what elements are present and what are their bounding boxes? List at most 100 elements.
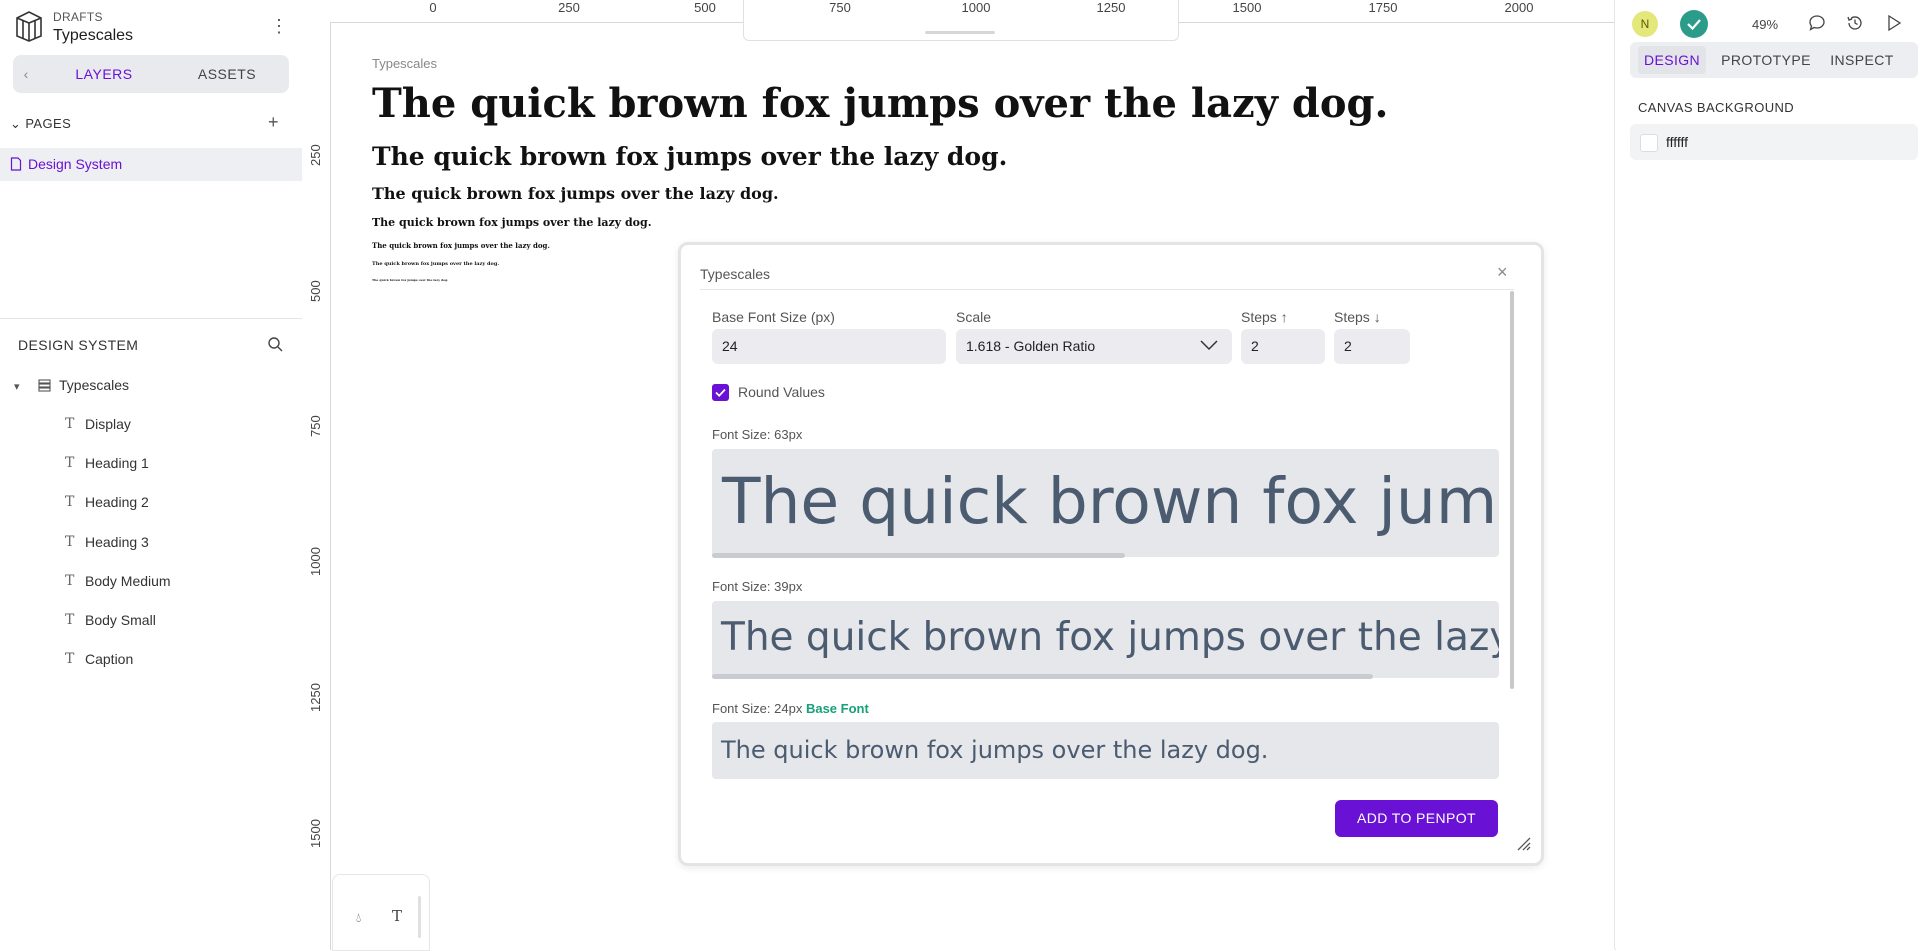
toolbar-scrollbar[interactable] <box>418 896 421 938</box>
ruler-label: 2000 <box>1504 0 1534 15</box>
drag-handle[interactable] <box>925 31 995 34</box>
ruler-top: 0 250 500 750 1000 1250 1500 1750 2000 <box>330 0 1614 18</box>
base-font-size-label: Base Font Size (px) <box>712 309 835 325</box>
layer-board-typescales[interactable]: Typescales <box>59 377 129 393</box>
layer-item[interactable]: Body Small <box>85 612 156 628</box>
layer-item[interactable]: Display <box>85 416 131 432</box>
base-font-tag: Base Font <box>805 701 869 716</box>
resize-handle-icon[interactable] <box>1512 832 1532 852</box>
preview-label: Font Size: 63px <box>712 427 803 442</box>
text-layer-icon: T <box>65 416 75 432</box>
sample-display[interactable]: The quick brown fox jumps over the lazy … <box>372 80 1388 127</box>
preview-scrollbar[interactable] <box>712 674 1373 679</box>
layer-item[interactable]: Heading 1 <box>85 455 149 471</box>
tab-assets[interactable]: ASSETS <box>168 59 286 89</box>
chevron-down-icon: ⌄ <box>10 116 22 131</box>
preview-box[interactable]: The quick brown fox jumps over the lazy … <box>712 722 1499 779</box>
preview-box[interactable]: The quick brown fox jumps over the lazy … <box>712 449 1499 557</box>
canvas-background-heading: CANVAS BACKGROUND <box>1638 100 1795 115</box>
ruler-label: 500 <box>694 0 716 15</box>
collapse-back-icon[interactable]: ‹ <box>13 55 39 93</box>
left-sidebar <box>0 0 302 949</box>
layer-item[interactable]: Heading 2 <box>85 494 149 510</box>
modal-scrollbar[interactable] <box>1510 291 1514 689</box>
layer-item[interactable]: Body Medium <box>85 573 171 589</box>
preview-text: The quick brown fox jumps over the lazy … <box>721 736 1269 764</box>
board-icon <box>38 379 51 392</box>
base-font-size-input[interactable]: 24 <box>712 329 946 364</box>
canvas-background-value[interactable]: ffffff <box>1666 134 1688 150</box>
text-layer-icon: T <box>65 651 75 667</box>
text-layer-icon: T <box>65 494 75 510</box>
sample-heading-1[interactable]: The quick brown fox jumps over the lazy … <box>372 142 1007 171</box>
ruler-label: 750 <box>308 415 323 437</box>
history-icon[interactable] <box>1846 14 1864 32</box>
project-label: DRAFTS <box>53 10 103 24</box>
steps-down-value: 2 <box>1344 338 1352 354</box>
layer-item[interactable]: Caption <box>85 651 133 667</box>
chevron-down-icon <box>1200 338 1218 354</box>
ruler-label: 1250 <box>1096 0 1126 15</box>
ruler-label: 1750 <box>1368 0 1398 15</box>
round-values-label: Round Values <box>738 384 825 400</box>
board-title[interactable]: Typescales <box>372 56 437 71</box>
add-to-penpot-button[interactable]: ADD TO PENPOT <box>1335 800 1498 837</box>
pages-heading[interactable]: ⌄ PAGES <box>10 116 71 132</box>
sample-body-medium[interactable]: The quick brown fox jumps over the lazy … <box>372 241 550 250</box>
color-swatch[interactable] <box>1640 134 1658 152</box>
modal-divider <box>700 289 1514 290</box>
layer-item[interactable]: Heading 3 <box>85 534 149 550</box>
bottom-toolbar <box>332 874 430 951</box>
preview-label-row: Font Size: 24px Base Font <box>712 701 869 716</box>
steps-up-label: Steps ↑ <box>1241 309 1288 325</box>
preview-label: Font Size: 39px <box>712 579 803 594</box>
sidebar-divider <box>0 318 302 319</box>
round-values-checkbox[interactable] <box>712 384 729 401</box>
penpot-logo-icon[interactable] <box>14 9 44 43</box>
close-icon[interactable]: × <box>1497 262 1508 283</box>
ruler-label: 1500 <box>308 819 323 848</box>
ruler-label: 1000 <box>308 547 323 576</box>
page-icon <box>10 157 22 171</box>
tab-design[interactable]: DESIGN <box>1638 46 1706 74</box>
avatar[interactable]: N <box>1632 11 1658 37</box>
fill-tool-icon[interactable]: 💧︎ <box>356 910 361 926</box>
plugin-title: Typescales <box>700 266 771 282</box>
chevron-down-icon[interactable]: ▾ <box>14 380 20 393</box>
sample-body-small[interactable]: The quick brown fox jumps over the lazy … <box>372 261 499 267</box>
ruler-label: 250 <box>308 144 323 166</box>
preview-label: Font Size: 24px <box>712 701 803 716</box>
steps-down-input[interactable]: 2 <box>1334 329 1410 364</box>
text-tool-icon[interactable]: T <box>392 907 402 925</box>
scale-select[interactable]: 1.618 - Golden Ratio <box>956 329 1232 364</box>
steps-down-label: Steps ↓ <box>1334 309 1381 325</box>
sample-heading-2[interactable]: The quick brown fox jumps over the lazy … <box>372 184 779 203</box>
play-icon[interactable] <box>1886 14 1902 32</box>
preview-scrollbar[interactable] <box>712 553 1125 558</box>
steps-up-value: 2 <box>1251 338 1259 354</box>
preview-text: The quick brown fox jumps over the lazy … <box>722 465 1499 538</box>
scale-value: 1.618 - Golden Ratio <box>966 338 1096 354</box>
ruler-label: 250 <box>558 0 580 15</box>
saved-status-icon <box>1680 10 1708 38</box>
file-title[interactable]: Typescales <box>53 27 133 45</box>
tab-prototype[interactable]: PROTOTYPE <box>1716 46 1816 74</box>
tab-layers[interactable]: LAYERS <box>45 59 163 89</box>
comments-icon[interactable] <box>1808 14 1826 32</box>
add-page-button[interactable]: + <box>268 112 279 133</box>
ruler-label: 1000 <box>961 0 991 15</box>
file-menu-icon[interactable]: ⋮ <box>270 16 288 36</box>
search-icon[interactable] <box>267 336 283 352</box>
sample-heading-3[interactable]: The quick brown fox jumps over the lazy … <box>372 216 652 229</box>
scale-label: Scale <box>956 309 992 325</box>
layers-heading: DESIGN SYSTEM <box>18 337 139 353</box>
sample-caption[interactable]: The quick brown fox jumps over the lazy … <box>372 278 448 282</box>
text-layer-icon: T <box>65 573 75 589</box>
steps-up-input[interactable]: 2 <box>1241 329 1325 364</box>
preview-box[interactable]: The quick brown fox jumps over the lazy … <box>712 601 1499 678</box>
zoom-level[interactable]: 49% <box>1752 17 1778 32</box>
tab-inspect[interactable]: INSPECT <box>1822 46 1902 74</box>
page-item-label: Design System <box>28 156 123 172</box>
ruler-label: 500 <box>308 280 323 302</box>
ruler-label: 0 <box>429 0 437 15</box>
